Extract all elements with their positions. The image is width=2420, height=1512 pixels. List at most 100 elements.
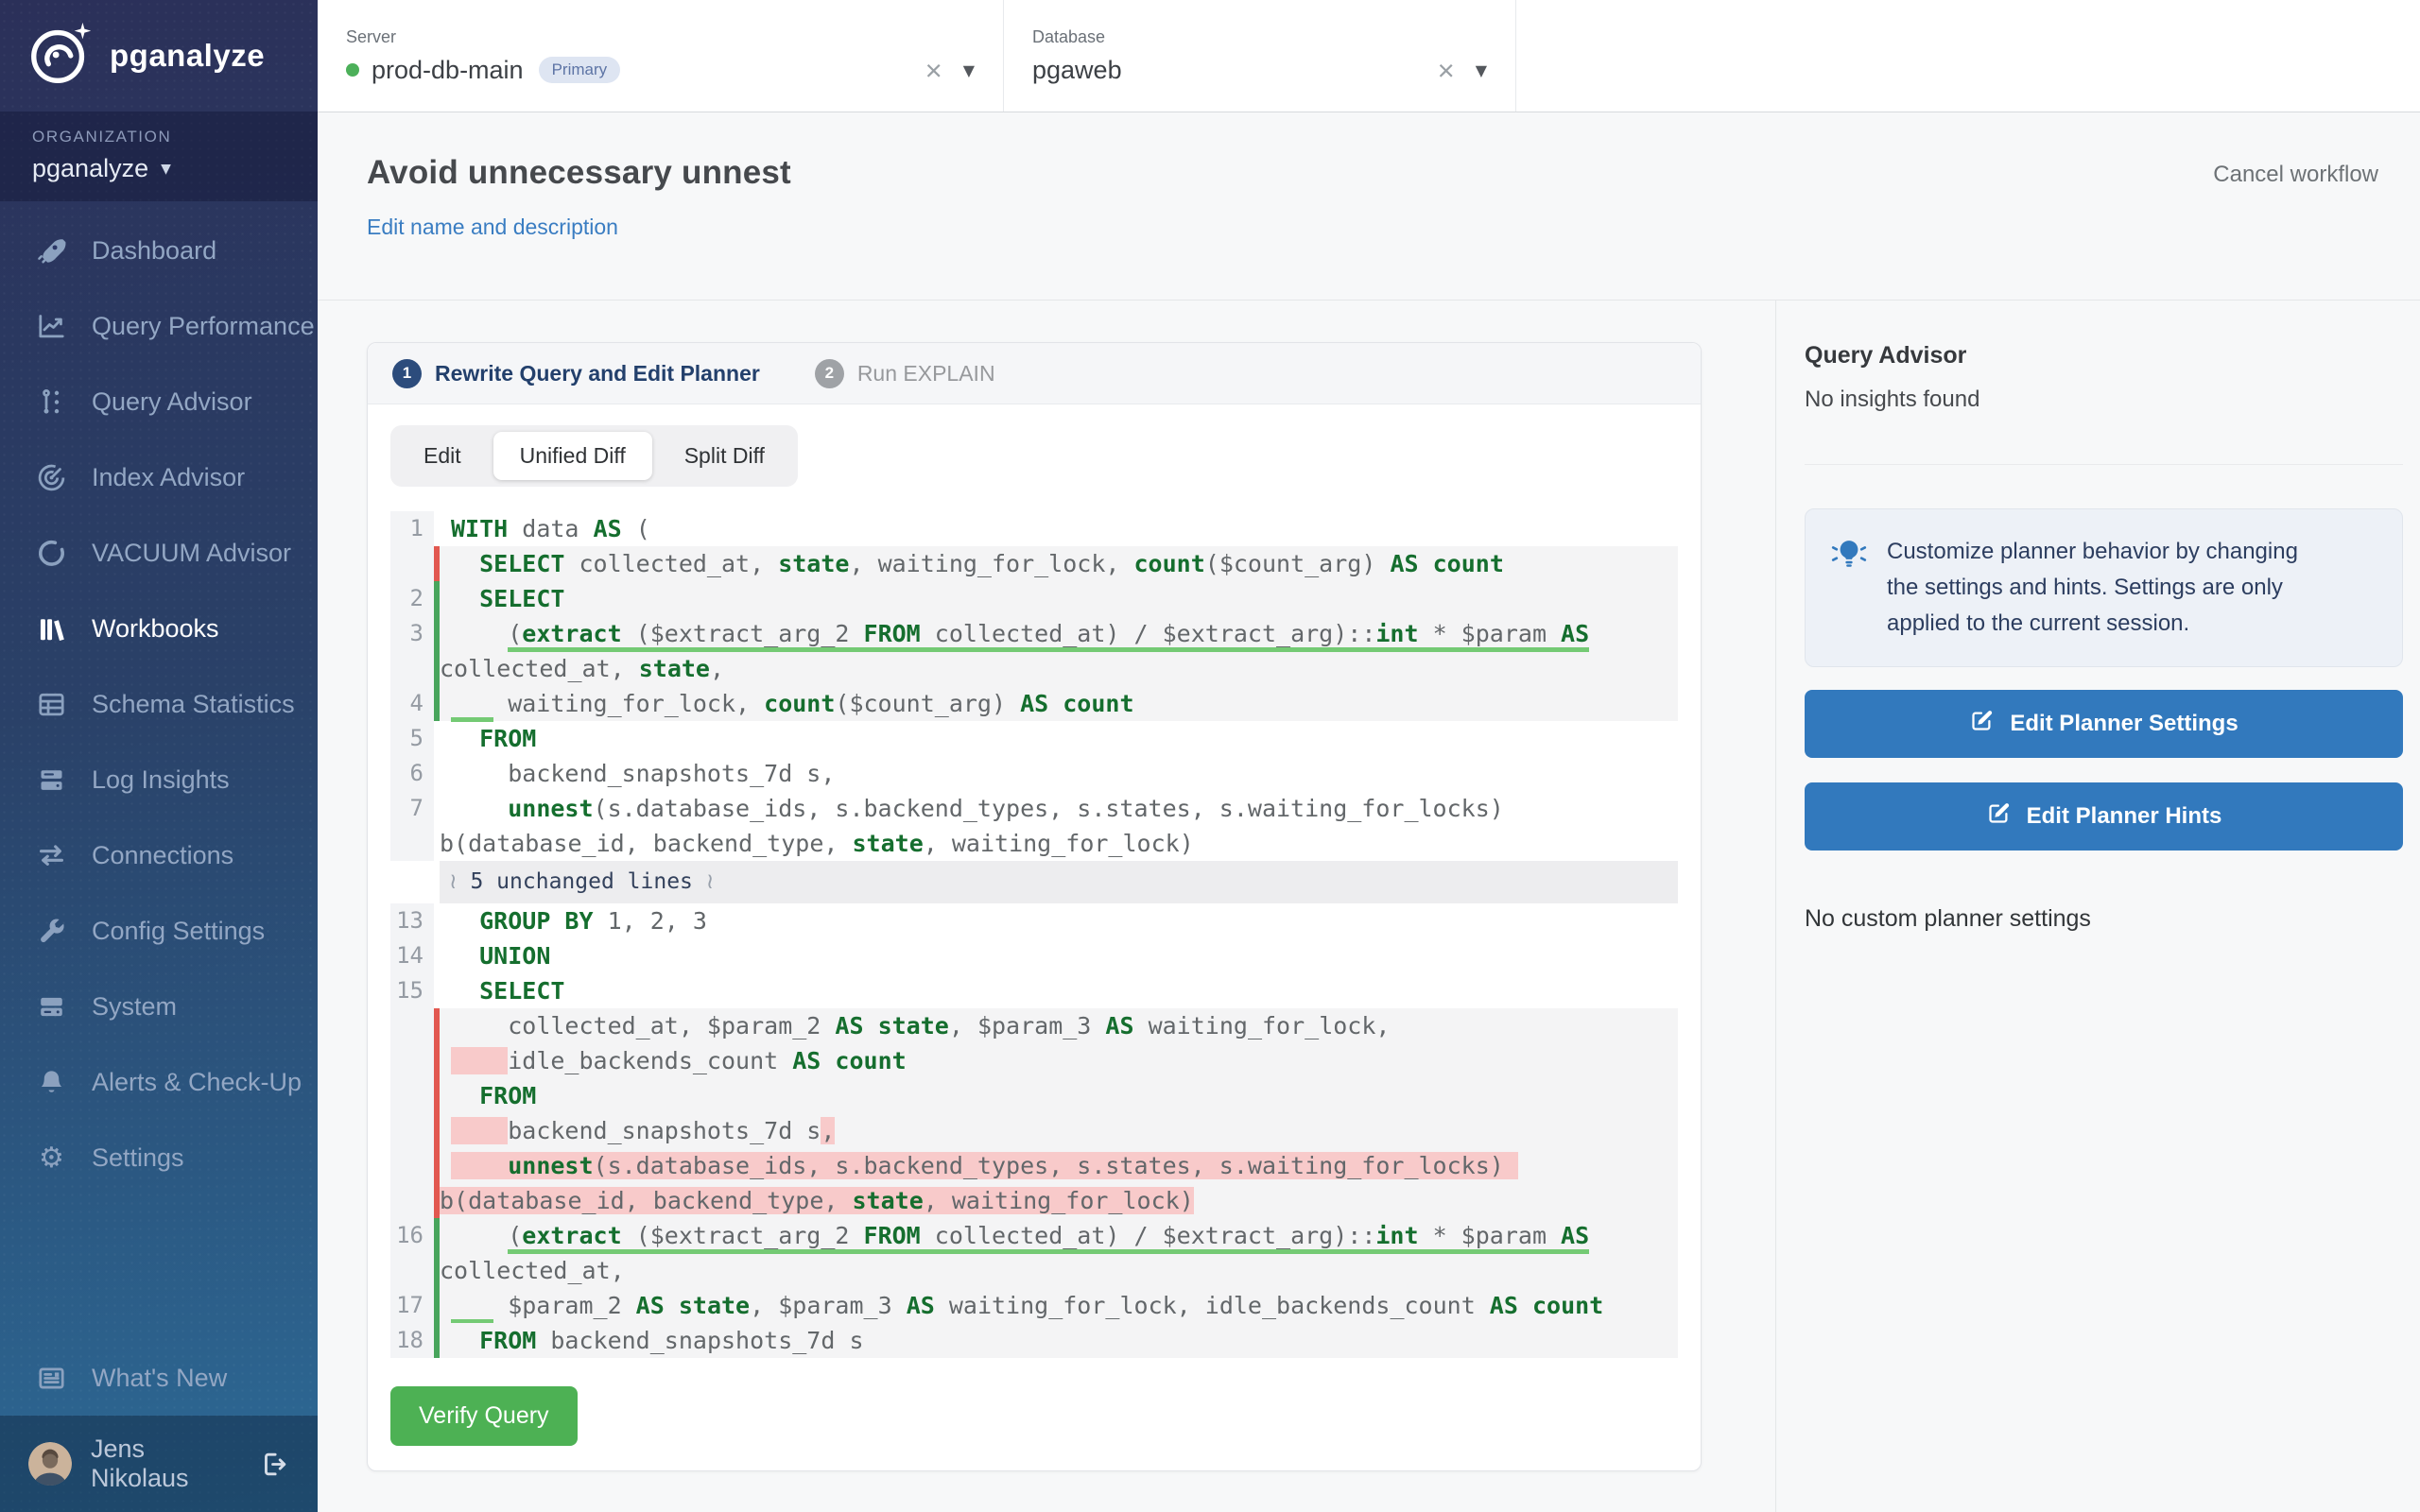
line-number — [390, 1008, 434, 1043]
edit-icon — [1986, 800, 2012, 833]
line-number: 4 — [390, 686, 434, 721]
workflow-step-body: Edit Unified Diff Split Diff 1WITH data … — [368, 404, 1701, 1470]
sidebar-item-label: Settings — [92, 1143, 184, 1173]
cancel-workflow-link[interactable]: Cancel workflow — [2213, 162, 2378, 188]
tab-split-diff[interactable]: Split Diff — [658, 432, 791, 480]
advisor-empty-state: No insights found — [1805, 387, 2403, 413]
avatar — [28, 1442, 72, 1486]
newspaper-icon — [36, 1363, 67, 1394]
brand-name: pganalyze — [110, 38, 265, 74]
diff-view-tabs: Edit Unified Diff Split Diff — [390, 425, 798, 487]
page-title: Avoid unnecessary unnest — [367, 154, 791, 192]
line-number — [390, 1113, 434, 1148]
edit-planner-hints-button[interactable]: Edit Planner Hints — [1805, 782, 2403, 850]
server-dropdown-caret-icon[interactable]: ▼ — [963, 61, 975, 79]
sidebar-item-alerts-check-up[interactable]: Alerts & Check-Up — [0, 1044, 318, 1120]
step-1-badge: 1 — [392, 359, 422, 388]
server-icon — [36, 991, 67, 1022]
sidebar-item-log-insights[interactable]: Log Insights — [0, 742, 318, 817]
swap-arrows-icon — [36, 840, 67, 871]
database-label: Database — [1032, 27, 1487, 47]
server-status-dot — [346, 63, 359, 77]
database-selector[interactable]: Database pgaweb × ▼ — [1004, 0, 1516, 112]
line-number — [390, 1078, 434, 1113]
clear-database-icon[interactable]: × — [1438, 56, 1455, 85]
sidebar: pganalyze ORGANIZATION pganalyze ▼ Dashb… — [0, 0, 318, 1512]
workflow-steps-header: 1 Rewrite Query and Edit Planner 2 Run E… — [368, 343, 1701, 404]
workflow-pane: 1 Rewrite Query and Edit Planner 2 Run E… — [318, 301, 1775, 1512]
main-column: Server prod-db-main Primary × ▼ Database… — [318, 0, 2420, 1512]
table-grid-icon — [36, 689, 67, 720]
logout-icon[interactable] — [260, 1450, 289, 1479]
sidebar-item-config-settings[interactable]: Config Settings — [0, 893, 318, 969]
sidebar-item-label: System — [92, 992, 177, 1022]
sidebar-item-dashboard[interactable]: Dashboard — [0, 213, 318, 288]
edit-name-description-link[interactable]: Edit name and description — [367, 215, 618, 240]
diff-line: 13 GROUP BY 1, 2, 3 — [390, 903, 1678, 938]
sidebar-item-query-advisor[interactable]: Query Advisor — [0, 364, 318, 439]
gear-icon: ⚙ — [36, 1143, 67, 1174]
tab-edit[interactable]: Edit — [397, 432, 488, 480]
bell-icon — [36, 1067, 67, 1098]
advisor-title: Query Advisor — [1805, 342, 2403, 369]
server-value: prod-db-main — [372, 56, 524, 85]
sidebar-item-schema-statistics[interactable]: Schema Statistics — [0, 666, 318, 742]
diff-line: 3 (extract ($extract_arg_2 FROM collecte… — [390, 616, 1678, 686]
line-number: 13 — [390, 903, 434, 938]
sidebar-item-label: What's New — [92, 1364, 227, 1393]
edit-planner-settings-button[interactable]: Edit Planner Settings — [1805, 690, 2403, 758]
diff-line: FROM — [390, 1078, 1678, 1113]
sidebar-item-label: VACUUM Advisor — [92, 539, 291, 568]
organization-label: ORGANIZATION — [32, 128, 318, 146]
diff-line: backend_snapshots_7d s, — [390, 1113, 1678, 1148]
line-number — [390, 1043, 434, 1078]
diff-line: SELECT collected_at, state, waiting_for_… — [390, 546, 1678, 581]
sidebar-item-label: Config Settings — [92, 917, 265, 946]
sidebar-item-label: Workbooks — [92, 614, 219, 644]
diff-line: 14 UNION — [390, 938, 1678, 973]
sidebar-item-workbooks[interactable]: Workbooks — [0, 591, 318, 666]
brand[interactable]: pganalyze — [0, 0, 318, 112]
organization-switcher[interactable]: ORGANIZATION pganalyze ▼ — [0, 112, 318, 201]
sidebar-item-whats-new[interactable]: What's New — [0, 1340, 318, 1416]
verify-query-button[interactable]: Verify Query — [390, 1386, 578, 1446]
divider — [1805, 464, 2403, 465]
content-body: 1 Rewrite Query and Edit Planner 2 Run E… — [318, 301, 2420, 1512]
wrench-icon — [36, 916, 67, 947]
sidebar-nav: Dashboard Query Performance Query AdvisorI… — [0, 213, 318, 1195]
user-menu[interactable]: Jens Nikolaus — [0, 1416, 318, 1512]
sidebar-item-index-advisor[interactable]: Index Advisor — [0, 439, 318, 515]
line-number: 17 — [390, 1288, 434, 1323]
server-label: Server — [346, 27, 975, 47]
query-advisor-panel: Query Advisor No insights found Customiz… — [1775, 301, 2420, 1512]
clear-server-icon[interactable]: × — [925, 56, 942, 85]
content: Avoid unnecessary unnest Cancel workflow… — [318, 112, 2420, 1512]
server-selector[interactable]: Server prod-db-main Primary × ▼ — [318, 0, 1004, 112]
step-2-badge: 2 — [815, 359, 844, 388]
sidebar-item-label: Query Performance — [92, 312, 315, 341]
tab-unified-diff[interactable]: Unified Diff — [493, 432, 652, 480]
sidebar-item-system[interactable]: System — [0, 969, 318, 1044]
line-number: 6 — [390, 756, 434, 791]
line-number: 5 — [390, 721, 434, 756]
diff-line: unnest(s.database_ids, s.backend_types, … — [390, 1148, 1678, 1218]
edit-icon — [1969, 708, 1995, 740]
sidebar-item-vacuum-advisor[interactable]: VACUUM Advisor — [0, 515, 318, 591]
diff-collapsed-lines[interactable]: ≀ 5 unchanged lines ≀ — [390, 861, 1678, 903]
sidebar-item-settings[interactable]: ⚙ Settings — [0, 1120, 318, 1195]
diff-line: 2 SELECT — [390, 581, 1678, 616]
organization-name: pganalyze — [32, 154, 148, 183]
line-number — [390, 1148, 434, 1218]
sidebar-item-label: Log Insights — [92, 765, 230, 795]
database-dropdown-caret-icon[interactable]: ▼ — [1476, 61, 1487, 79]
workflow-step-card: 1 Rewrite Query and Edit Planner 2 Run E… — [367, 342, 1702, 1471]
line-number: 18 — [390, 1323, 434, 1358]
sidebar-item-query-performance[interactable]: Query Performance — [0, 288, 318, 364]
chevron-down-icon: ▼ — [161, 162, 171, 177]
diff-line: 4 waiting_for_lock, count($count_arg) AS… — [390, 686, 1678, 721]
planner-tip-text: Customize planner behavior by changing t… — [1887, 534, 2331, 642]
diff-line: 5 FROM — [390, 721, 1678, 756]
rocket-icon — [36, 235, 67, 266]
sidebar-item-connections[interactable]: Connections — [0, 817, 318, 893]
line-chart-icon — [36, 311, 67, 342]
